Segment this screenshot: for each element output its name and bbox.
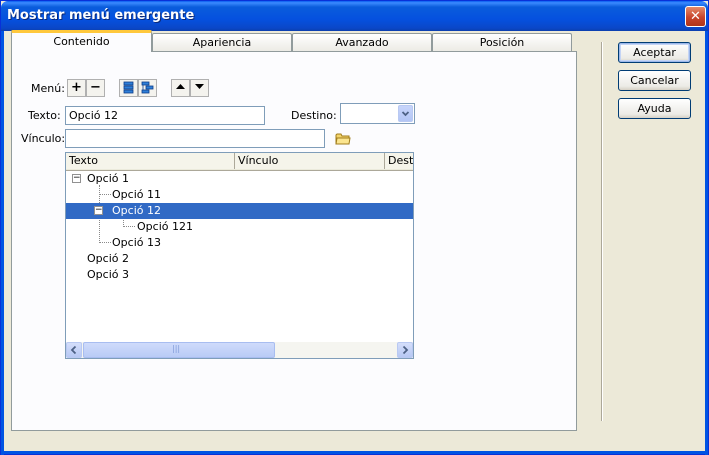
tree-row[interactable]: Opció 3 — [66, 267, 413, 283]
outdent-icon — [123, 81, 134, 94]
scroll-right-button[interactable] — [397, 342, 413, 358]
menu-label: Menú: — [31, 82, 65, 95]
move-down-icon — [195, 84, 204, 89]
title-bar[interactable]: Mostrar menú emergente ✕ — [1, 1, 708, 31]
remove-item-button[interactable]: − — [86, 79, 105, 97]
texto-input[interactable]: Opció 12 — [65, 106, 265, 125]
window-frame-bottom — [1, 451, 708, 454]
destino-label: Destino: — [291, 109, 337, 122]
scroll-grip: ||| — [172, 344, 181, 353]
horizontal-scrollbar[interactable]: ||| — [66, 342, 413, 358]
close-icon: ✕ — [690, 9, 701, 24]
indent-button[interactable] — [138, 79, 157, 97]
tree-row-text: Opció 11 — [112, 188, 161, 201]
minus-icon: − — [90, 80, 101, 95]
window-title: Mostrar menú emergente — [7, 8, 195, 23]
move-down-button[interactable] — [190, 79, 209, 97]
collapse-icon[interactable]: − — [72, 174, 81, 183]
tree-row-text: Opció 3 — [87, 268, 129, 281]
tab-posicion[interactable]: Posición — [432, 33, 572, 51]
browse-folder-button[interactable] — [335, 132, 351, 148]
tree-row-text: Opció 12 — [112, 204, 161, 217]
add-item-button[interactable]: + — [67, 79, 86, 97]
collapse-icon[interactable]: − — [94, 206, 103, 215]
scroll-left-button[interactable] — [66, 342, 82, 358]
close-button[interactable]: ✕ — [685, 6, 706, 27]
column-header-destino[interactable]: Desti — [385, 153, 413, 169]
destino-select[interactable] — [340, 103, 415, 124]
vinculo-label: Vínculo: — [21, 132, 66, 145]
tree-row[interactable]: − Opció 1 — [66, 171, 413, 187]
tree-row-text: Opció 2 — [87, 252, 129, 265]
tab-contenido[interactable]: Contenido — [11, 30, 152, 52]
texto-value: Opció 12 — [69, 109, 118, 122]
chevron-left-icon — [70, 345, 77, 355]
outdent-button[interactable] — [119, 79, 138, 97]
column-header-vinculo[interactable]: Vínculo — [235, 153, 385, 169]
move-up-button[interactable] — [171, 79, 190, 97]
tree-header: Texto Vínculo Desti — [66, 153, 413, 171]
chevron-down-icon — [401, 111, 410, 117]
plus-icon: + — [71, 80, 82, 95]
move-up-icon — [176, 84, 185, 89]
folder-icon — [335, 133, 351, 145]
cancel-button[interactable]: Cancelar — [618, 70, 691, 91]
window-frame-left — [1, 31, 4, 455]
tree-row-selected[interactable]: − Opció 12 — [66, 203, 413, 219]
tab-apariencia[interactable]: Apariencia — [152, 33, 292, 51]
tree-row[interactable]: Opció 13 — [66, 235, 413, 251]
tree-row-text: Opció 121 — [137, 220, 193, 233]
tree-row[interactable]: Opció 121 — [66, 219, 413, 235]
indent-icon — [141, 81, 154, 94]
tab-avanzado[interactable]: Avanzado — [292, 33, 432, 51]
dialog-window: Mostrar menú emergente ✕ Contenido Apari… — [0, 0, 709, 455]
vertical-separator — [601, 42, 603, 421]
tree-row[interactable]: Opció 11 — [66, 187, 413, 203]
window-frame-right — [705, 31, 708, 455]
texto-label: Texto: — [28, 109, 61, 122]
dropdown-arrow-button[interactable] — [398, 105, 413, 122]
help-button[interactable]: Ayuda — [618, 98, 691, 119]
chevron-right-icon — [402, 345, 409, 355]
tree-row-text: Opció 1 — [87, 172, 129, 185]
column-header-texto[interactable]: Texto — [66, 153, 235, 169]
vinculo-input[interactable] — [65, 129, 325, 148]
tree-row-text: Opció 13 — [112, 236, 161, 249]
tree-row[interactable]: Opció 2 — [66, 251, 413, 267]
ok-button[interactable]: Aceptar — [618, 42, 691, 63]
menu-tree-grid[interactable]: Texto Vínculo Desti − Opció 1 Opció 11 −… — [65, 152, 414, 359]
scroll-thumb[interactable]: ||| — [83, 342, 275, 358]
